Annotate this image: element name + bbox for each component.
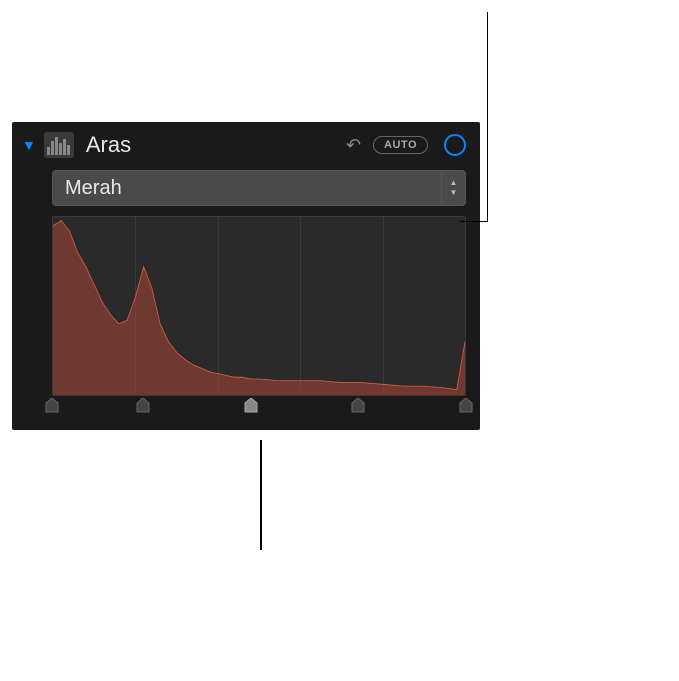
auto-button[interactable]: AUTO bbox=[373, 136, 428, 154]
slider-handle[interactable] bbox=[45, 398, 59, 414]
slider-track bbox=[52, 398, 466, 416]
undo-icon[interactable]: ↶ bbox=[346, 135, 361, 156]
channel-dropdown[interactable]: Merah ▲ ▼ bbox=[52, 170, 466, 206]
histogram bbox=[52, 216, 466, 396]
slider-handle[interactable] bbox=[136, 398, 150, 414]
panel-header: ▼ Aras ↶ AUTO bbox=[12, 122, 480, 166]
dropdown-selected-label: Merah bbox=[53, 177, 441, 200]
slider-handle[interactable] bbox=[459, 398, 473, 414]
histogram-curve bbox=[53, 217, 465, 395]
slider-handle[interactable] bbox=[244, 398, 258, 414]
levels-panel: ▼ Aras ↶ AUTO Merah ▲ ▼ bbox=[12, 122, 480, 430]
callout-leader-bottom bbox=[260, 440, 262, 550]
disclosure-triangle-icon[interactable]: ▼ bbox=[22, 138, 36, 152]
callout-leader-top bbox=[460, 12, 488, 222]
levels-icon[interactable] bbox=[44, 132, 74, 158]
slider-handle[interactable] bbox=[351, 398, 365, 414]
panel-title: Aras bbox=[86, 132, 338, 158]
